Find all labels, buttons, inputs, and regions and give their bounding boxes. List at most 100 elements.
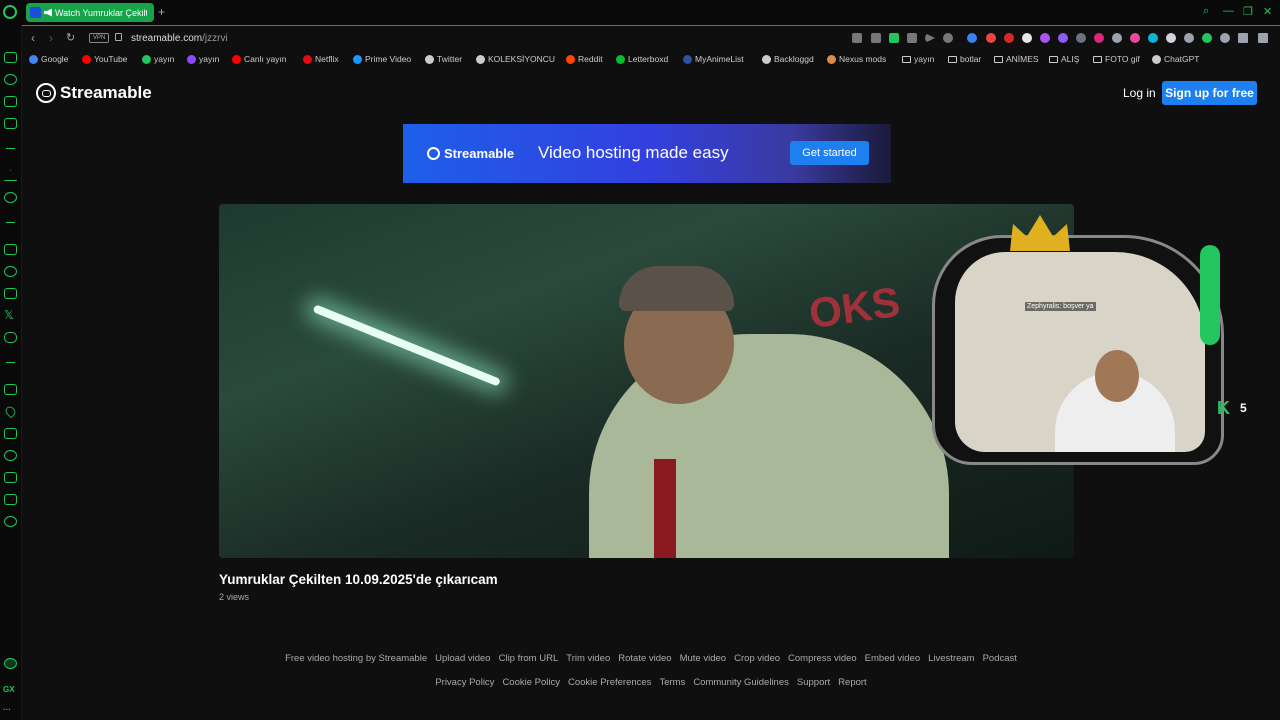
- footer-link[interactable]: Rotate video: [618, 653, 671, 664]
- sidebar-chatgpt-icon[interactable]: [4, 192, 17, 203]
- sidebar-m-icon[interactable]: [4, 118, 17, 129]
- sidebar-twitch-icon[interactable]: [4, 244, 17, 255]
- sidebar-gx-control-icon[interactable]: [4, 658, 17, 669]
- snapshot-icon[interactable]: [871, 33, 881, 43]
- search-icon[interactable]: ⌕: [1203, 5, 1209, 18]
- sidebar-gx-label[interactable]: GX: [3, 685, 15, 694]
- streamable-logo[interactable]: Streamable: [36, 83, 152, 103]
- sidebar-battery-icon[interactable]: [4, 428, 17, 439]
- vpn-badge[interactable]: VPN: [89, 33, 110, 43]
- bookmark-item[interactable]: Google: [29, 54, 68, 64]
- favorite-icon[interactable]: [943, 33, 953, 43]
- extension-8-icon[interactable]: [1094, 33, 1104, 43]
- sidebar-extensions-icon[interactable]: [4, 384, 17, 395]
- pin-icon[interactable]: [852, 33, 862, 43]
- menu-icon[interactable]: [1258, 33, 1268, 43]
- sidebar-download-icon[interactable]: [4, 472, 17, 483]
- footer-link[interactable]: Terms: [659, 677, 685, 688]
- footer-link[interactable]: Community Guidelines: [693, 677, 789, 688]
- footer-link[interactable]: Embed video: [865, 653, 920, 664]
- footer-link[interactable]: Privacy Policy: [435, 677, 494, 688]
- bookmark-item[interactable]: YouTube: [82, 54, 127, 64]
- extension-3-icon[interactable]: [1004, 33, 1014, 43]
- bookmark-item[interactable]: MyAnimeList: [683, 54, 744, 64]
- bookmark-item[interactable]: yayın: [142, 54, 174, 64]
- bookmark-item[interactable]: yayın: [902, 54, 934, 64]
- translate-icon[interactable]: [907, 33, 917, 43]
- adblock-icon[interactable]: [889, 33, 899, 43]
- bookmark-item[interactable]: Canlı yayın: [232, 54, 287, 64]
- player-icon[interactable]: [925, 33, 935, 43]
- sidebar-messenger-icon[interactable]: [4, 52, 17, 63]
- bookmark-item[interactable]: Letterboxd: [616, 54, 668, 64]
- footer-link[interactable]: Crop video: [734, 653, 780, 664]
- bookmark-item[interactable]: yayın: [187, 54, 219, 64]
- extension-7-icon[interactable]: [1076, 33, 1086, 43]
- sidebar-instagram-icon[interactable]: [4, 288, 17, 299]
- download-icon[interactable]: [1238, 33, 1248, 43]
- sidebar-whatsapp-icon[interactable]: [4, 266, 17, 277]
- extension-13-icon[interactable]: [1184, 33, 1194, 43]
- signup-button[interactable]: Sign up for free: [1162, 81, 1257, 105]
- bookmark-item[interactable]: KOLEKSİYONCU: [476, 54, 555, 64]
- sidebar-x-icon[interactable]: 𝕏: [4, 309, 17, 321]
- extension-9-icon[interactable]: [1112, 33, 1122, 43]
- footer-link[interactable]: Free video hosting by Streamable: [285, 653, 427, 664]
- reload-icon[interactable]: ↻: [66, 31, 75, 44]
- tab-active[interactable]: Watch Yumruklar Çekilten 10.09.2025'de ç…: [26, 3, 154, 22]
- restore-icon[interactable]: ❐: [1243, 5, 1253, 18]
- bookmark-item[interactable]: Prime Video: [353, 54, 411, 64]
- lock-icon[interactable]: [115, 33, 122, 41]
- login-link[interactable]: Log in: [1123, 86, 1156, 100]
- bookmark-item[interactable]: Twitter: [425, 54, 462, 64]
- extension-1-icon[interactable]: [967, 33, 977, 43]
- footer-link[interactable]: Support: [797, 677, 830, 688]
- footer-link[interactable]: Cookie Policy: [502, 677, 560, 688]
- footer-link[interactable]: Compress video: [788, 653, 857, 664]
- footer-link[interactable]: Clip from URL: [499, 653, 559, 664]
- footer-link[interactable]: Upload video: [435, 653, 490, 664]
- bookmark-item[interactable]: ALIŞ: [1049, 54, 1079, 64]
- bookmark-item[interactable]: Backloggd: [762, 54, 814, 64]
- ad-banner[interactable]: Streamable Video hosting made easy Get s…: [403, 124, 891, 183]
- extension-10-icon[interactable]: [1130, 33, 1140, 43]
- extension-6-icon[interactable]: [1058, 33, 1068, 43]
- sidebar-more-icon[interactable]: ···: [3, 705, 11, 714]
- sidebar-settings-icon[interactable]: [4, 516, 17, 527]
- bookmark-item[interactable]: Netflix: [303, 54, 339, 64]
- footer-link[interactable]: Trim video: [566, 653, 610, 664]
- close-icon[interactable]: ✕: [1263, 5, 1272, 18]
- footer-link[interactable]: Podcast: [983, 653, 1017, 664]
- forward-icon[interactable]: ›: [49, 31, 53, 45]
- sidebar-aria-icon[interactable]: [4, 170, 17, 181]
- footer-link[interactable]: Report: [838, 677, 867, 688]
- opera-gx-icon[interactable]: [3, 5, 17, 19]
- sidebar-pinboard-icon[interactable]: [4, 494, 17, 505]
- extension-11-icon[interactable]: [1148, 33, 1158, 43]
- speaker-icon[interactable]: [44, 8, 52, 17]
- footer-link[interactable]: Cookie Preferences: [568, 677, 651, 688]
- back-icon[interactable]: ‹: [31, 31, 35, 45]
- sidebar-gx-corner-icon[interactable]: [4, 96, 17, 107]
- sidebar-heart-icon[interactable]: [3, 404, 18, 419]
- bookmark-item[interactable]: ChatGPT: [1152, 54, 1199, 64]
- sidebar-reload-icon[interactable]: [4, 74, 17, 85]
- bookmark-item[interactable]: Reddit: [566, 54, 603, 64]
- extension-12-icon[interactable]: [1166, 33, 1176, 43]
- extension-4-icon[interactable]: [1022, 33, 1032, 43]
- bookmark-item[interactable]: botlar: [948, 54, 981, 64]
- sidebar-discord-icon[interactable]: [4, 332, 17, 343]
- extension-2-icon[interactable]: [986, 33, 996, 43]
- footer-link[interactable]: Mute video: [680, 653, 726, 664]
- bookmark-item[interactable]: FOTO gif: [1093, 54, 1140, 64]
- extension-14-icon[interactable]: [1202, 33, 1212, 43]
- new-tab-button[interactable]: +: [158, 5, 165, 19]
- bookmark-item[interactable]: Nexus mods: [827, 54, 886, 64]
- extension-5-icon[interactable]: [1040, 33, 1050, 43]
- extensions-icon[interactable]: [1220, 33, 1230, 43]
- footer-link[interactable]: Livestream: [928, 653, 974, 664]
- sidebar-history-icon[interactable]: [4, 450, 17, 461]
- minimize-icon[interactable]: —: [1223, 5, 1234, 17]
- url-input[interactable]: streamable.com/jzzrvi: [131, 33, 228, 44]
- get-started-button[interactable]: Get started: [790, 141, 869, 165]
